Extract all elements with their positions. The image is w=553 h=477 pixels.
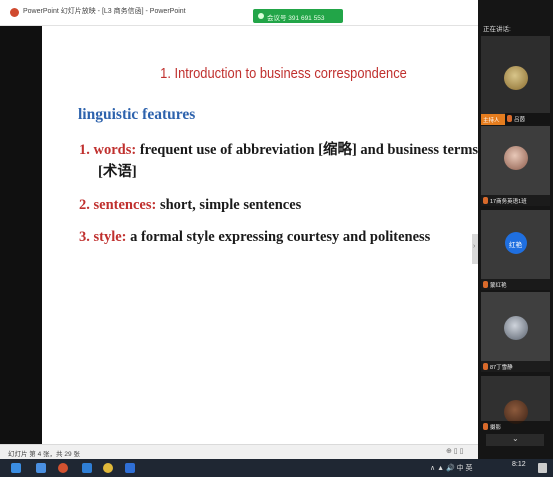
participant-tile[interactable]: 主持人 吕茵: [481, 36, 550, 125]
slide-point-3: 3. style: a formal style expressing cour…: [79, 229, 430, 246]
slide-point-1: 1. words: frequent use of abbreviation […: [79, 138, 478, 159]
participant-tile[interactable]: 红艳 蒙红艳: [481, 210, 550, 290]
collapse-panel-button[interactable]: ⌄: [486, 434, 544, 446]
participant-name-bar: 吕茵: [505, 113, 550, 124]
slide-counter: 幻灯片 第 4 张，共 29 张: [8, 451, 80, 458]
participant-name: 摄影: [490, 425, 502, 431]
point-text: short, simple sentences: [159, 197, 302, 213]
microphone-icon: [507, 115, 512, 122]
window-title: PowerPoint 幻灯片放映 - [L3 商务信函] - PowerPoin…: [23, 8, 186, 15]
powerpoint-app-icon: [10, 8, 19, 17]
participant-tile[interactable]: 摄影: [481, 376, 550, 432]
point-term: sentences:: [93, 197, 157, 213]
participant-name: 吕茵: [514, 117, 526, 123]
point-number: 2.: [79, 197, 90, 213]
powerpoint-title-bar: PowerPoint 幻灯片放映 - [L3 商务信函] - PowerPoin…: [0, 0, 478, 26]
video-participant-panel: 正在讲话: 主持人 吕茵 17商务英语1班 红艳 蒙红艳 87丁雪静 摄影: [478, 0, 553, 459]
host-badge: 主持人: [481, 114, 505, 125]
powerpoint-icon[interactable]: [58, 463, 68, 473]
point-term: style:: [93, 229, 127, 245]
avatar: 红艳: [505, 232, 527, 254]
avatar: [504, 66, 528, 90]
avatar-initials: 红艳: [509, 242, 522, 249]
clock[interactable]: 8:12: [512, 461, 526, 468]
meeting-id-badge[interactable]: 会议号 391 691 553: [253, 9, 343, 23]
avatar: [504, 316, 528, 340]
participant-name-bar: 17商务英语1班: [481, 195, 550, 206]
notification-icon[interactable]: [538, 463, 547, 473]
microphone-icon: [483, 363, 488, 370]
microphone-icon: [483, 197, 488, 204]
speaking-label: 正在讲话:: [483, 26, 511, 33]
taskbar: ∧ ▲ 🔊 中 英 8:12: [0, 459, 553, 477]
avatar: [504, 146, 528, 170]
participant-name: 蒙红艳: [490, 283, 507, 289]
slide-title: 1. Introduction to business corresponden…: [160, 65, 407, 82]
host-label: 主持人: [483, 118, 500, 124]
slide-canvas[interactable]: 1. Introduction to business corresponden…: [42, 26, 480, 444]
screen: PowerPoint 幻灯片放映 - [L3 商务信函] - PowerPoin…: [0, 0, 553, 477]
slide-point-2: 2. sentences: short, simple sentences: [79, 197, 301, 214]
participant-name-bar: 摄影: [481, 421, 550, 432]
participant-tile[interactable]: 17商务英语1班: [481, 126, 550, 206]
slide-heading: linguistic features: [78, 106, 196, 123]
system-tray[interactable]: ∧ ▲ 🔊 中 英: [430, 463, 473, 473]
view-controls[interactable]: ⊕ ▯ ▯: [446, 447, 463, 455]
point-term: words:: [93, 142, 137, 158]
participant-tile[interactable]: 87丁雪静: [481, 292, 550, 372]
point-text: a formal style expressing courtesy and p…: [130, 229, 431, 245]
status-bar: 幻灯片 第 4 张，共 29 张 ⊕ ▯ ▯: [0, 444, 478, 459]
participant-name-bar: 87丁雪静: [481, 361, 550, 372]
slide-point-1-continuation: [术语]: [98, 164, 137, 180]
participant-name: 87丁雪静: [490, 365, 513, 371]
participant-name: 17商务英语1班: [490, 199, 527, 205]
chrome-icon[interactable]: [103, 463, 113, 473]
point-number: 1.: [79, 142, 90, 158]
participant-name-bar: 蒙红艳: [481, 279, 550, 290]
windows-start-icon[interactable]: [11, 463, 21, 473]
microphone-icon: [483, 423, 488, 430]
point-text: frequent use of abbreviation [缩略] and bu…: [139, 142, 479, 158]
meeting-app-icon[interactable]: [125, 463, 135, 473]
slide-left-margin: [0, 26, 42, 444]
file-explorer-icon[interactable]: [36, 463, 46, 473]
chevron-right-icon: ›: [473, 243, 476, 250]
microphone-icon: [483, 281, 488, 288]
browser-icon[interactable]: [82, 463, 92, 473]
chevron-down-icon: ⌄: [512, 434, 519, 443]
network-signal-icon: [258, 13, 264, 19]
meeting-id-text: 会议号 391 691 553: [267, 15, 325, 22]
point-number: 3.: [79, 229, 90, 245]
